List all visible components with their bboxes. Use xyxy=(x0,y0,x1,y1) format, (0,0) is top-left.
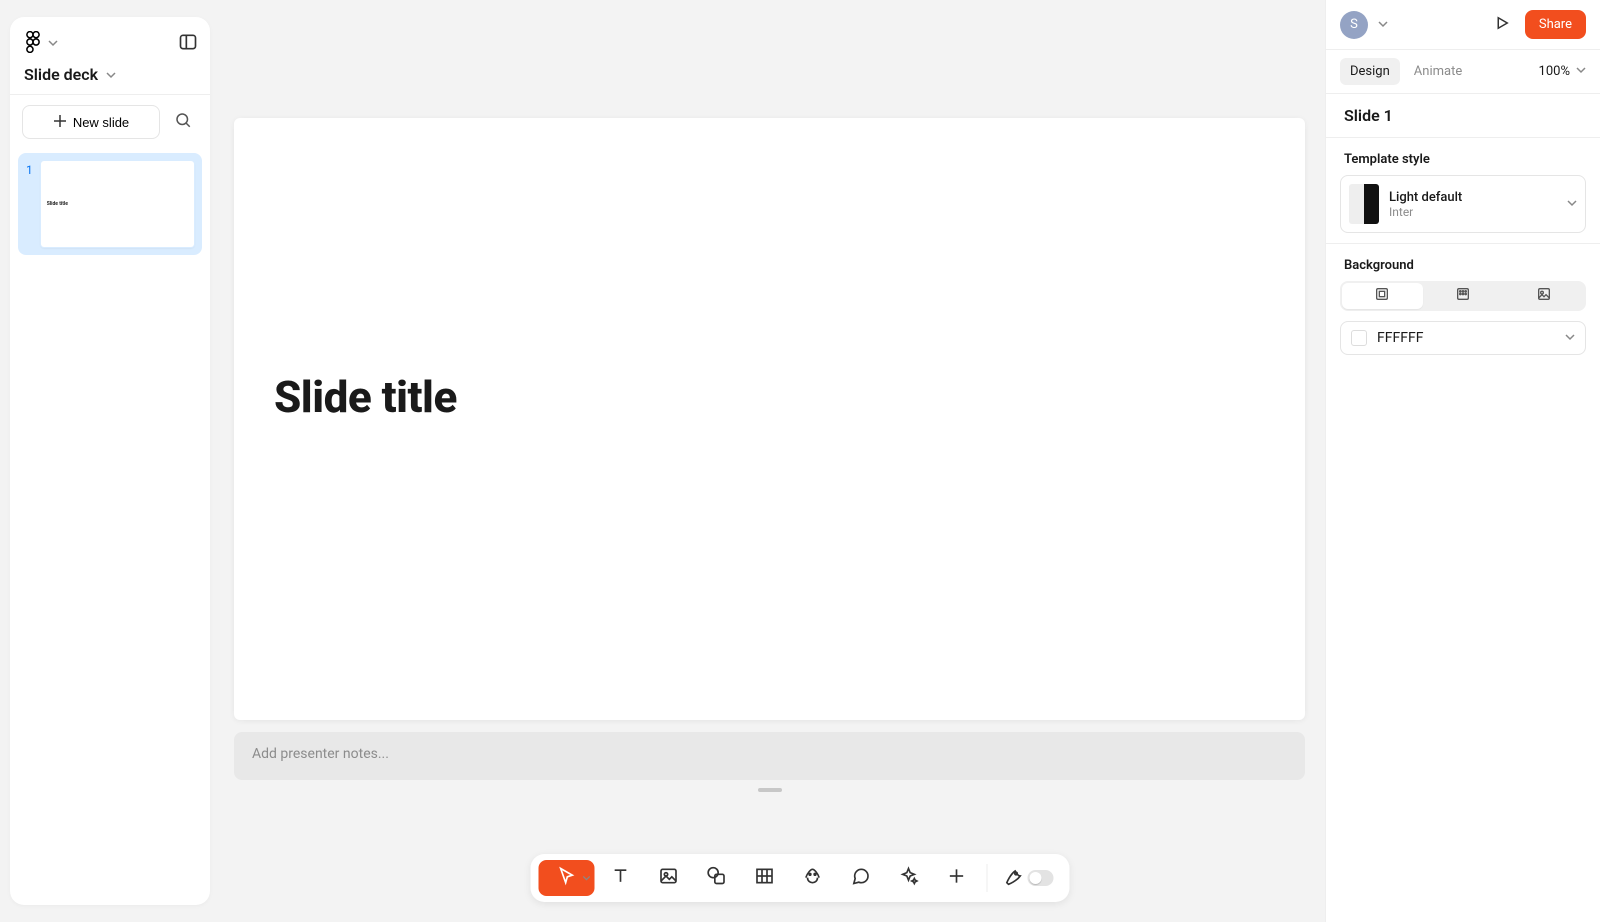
design-tabs-row: Design Animate 100% xyxy=(1326,50,1600,93)
left-panel: Slide deck New slide 1 Slide title xyxy=(10,17,210,905)
background-type-segmented xyxy=(1340,281,1586,311)
chevron-down-icon xyxy=(48,36,58,52)
sparkle-icon xyxy=(899,866,919,890)
move-tool[interactable] xyxy=(539,860,595,896)
template-name: Light default xyxy=(1389,190,1462,205)
template-preview-icon xyxy=(1349,184,1379,224)
stamp-tool[interactable] xyxy=(791,860,835,896)
shape-tool[interactable] xyxy=(695,860,739,896)
pen-tool-toggle[interactable] xyxy=(996,866,1062,890)
notes-resize-handle[interactable] xyxy=(758,788,782,792)
right-panel: S Share Design Animate 100% Slide 1 Te xyxy=(1325,0,1600,922)
text-tool[interactable] xyxy=(599,860,643,896)
toggle-track xyxy=(1028,870,1054,886)
background-color-value: FFFFFF xyxy=(1377,330,1423,346)
gradient-icon xyxy=(1455,286,1471,306)
share-button[interactable]: Share xyxy=(1525,10,1586,39)
toggle-knob xyxy=(1030,872,1042,884)
left-panel-header xyxy=(10,27,210,59)
new-slide-label: New slide xyxy=(73,115,129,130)
zoom-control[interactable]: 100% xyxy=(1539,64,1586,79)
slide-thumbnail-preview: Slide title xyxy=(41,161,194,247)
user-avatar[interactable]: S xyxy=(1340,11,1368,39)
tab-design[interactable]: Design xyxy=(1340,58,1400,85)
stamp-icon xyxy=(803,866,823,890)
image-icon xyxy=(1536,286,1552,306)
solid-fill-icon xyxy=(1374,286,1390,306)
table-icon xyxy=(755,866,775,890)
new-slide-button[interactable]: New slide xyxy=(22,105,160,139)
slide-thumbnail-title: Slide title xyxy=(47,201,68,207)
background-label: Background xyxy=(1326,244,1600,281)
template-font: Inter xyxy=(1389,205,1462,219)
figma-logo-icon xyxy=(24,31,42,57)
color-swatch xyxy=(1351,330,1367,346)
search-slides-button[interactable] xyxy=(168,107,198,137)
design-tabs: Design Animate xyxy=(1340,58,1472,85)
add-tool[interactable] xyxy=(935,860,979,896)
background-type-image[interactable] xyxy=(1503,283,1584,309)
slide-thumbnail-number: 1 xyxy=(26,161,33,247)
share-label: Share xyxy=(1539,17,1572,32)
template-style-label: Template style xyxy=(1326,138,1600,175)
play-icon xyxy=(1493,20,1511,36)
tab-animate[interactable]: Animate xyxy=(1404,58,1472,85)
chevron-down-icon xyxy=(106,65,116,84)
comment-icon xyxy=(851,866,871,890)
chevron-down-icon xyxy=(1576,64,1586,79)
chevron-down-icon xyxy=(1567,196,1577,212)
comment-tool[interactable] xyxy=(839,860,883,896)
ai-tool[interactable] xyxy=(887,860,931,896)
slide-canvas[interactable]: Slide title xyxy=(234,118,1305,720)
present-button[interactable] xyxy=(1493,14,1511,36)
shapes-icon xyxy=(707,866,727,890)
template-info: Light default Inter xyxy=(1389,190,1462,219)
chevron-down-icon[interactable] xyxy=(1378,17,1388,33)
background-type-solid[interactable] xyxy=(1342,283,1423,309)
file-name-menu[interactable]: Slide deck xyxy=(10,59,210,94)
presenter-notes-placeholder: Add presenter notes... xyxy=(252,746,389,762)
image-icon xyxy=(659,866,679,890)
template-style-select[interactable]: Light default Inter xyxy=(1340,175,1586,233)
text-icon xyxy=(611,866,631,890)
cursor-icon xyxy=(557,866,577,890)
slide-title-text[interactable]: Slide title xyxy=(274,371,457,423)
table-tool[interactable] xyxy=(743,860,787,896)
slide-header: Slide 1 xyxy=(1326,94,1600,137)
chevron-down-icon xyxy=(1565,330,1575,346)
plus-icon xyxy=(947,866,967,890)
search-icon xyxy=(174,111,192,133)
avatar-initial: S xyxy=(1350,17,1358,32)
background-type-gradient[interactable] xyxy=(1423,283,1504,309)
right-panel-header: S Share xyxy=(1326,0,1600,49)
pen-icon xyxy=(1004,866,1024,890)
slide-thumbnails: 1 Slide title xyxy=(10,149,210,905)
canvas-area: Slide title Add presenter notes... xyxy=(234,118,1305,922)
zoom-value: 100% xyxy=(1539,64,1570,79)
slide-thumbnail[interactable]: 1 Slide title xyxy=(18,153,202,255)
presenter-notes-input[interactable]: Add presenter notes... xyxy=(234,732,1305,780)
toolbar xyxy=(531,854,1070,902)
plus-icon xyxy=(53,114,67,131)
background-color-select[interactable]: FFFFFF xyxy=(1340,321,1586,355)
slide-actions-row: New slide xyxy=(10,95,210,149)
file-name: Slide deck xyxy=(24,65,98,84)
image-tool[interactable] xyxy=(647,860,691,896)
app-menu[interactable] xyxy=(24,31,58,57)
chevron-down-icon xyxy=(583,870,591,886)
collapse-panel-button[interactable] xyxy=(178,32,198,56)
divider xyxy=(987,864,988,892)
